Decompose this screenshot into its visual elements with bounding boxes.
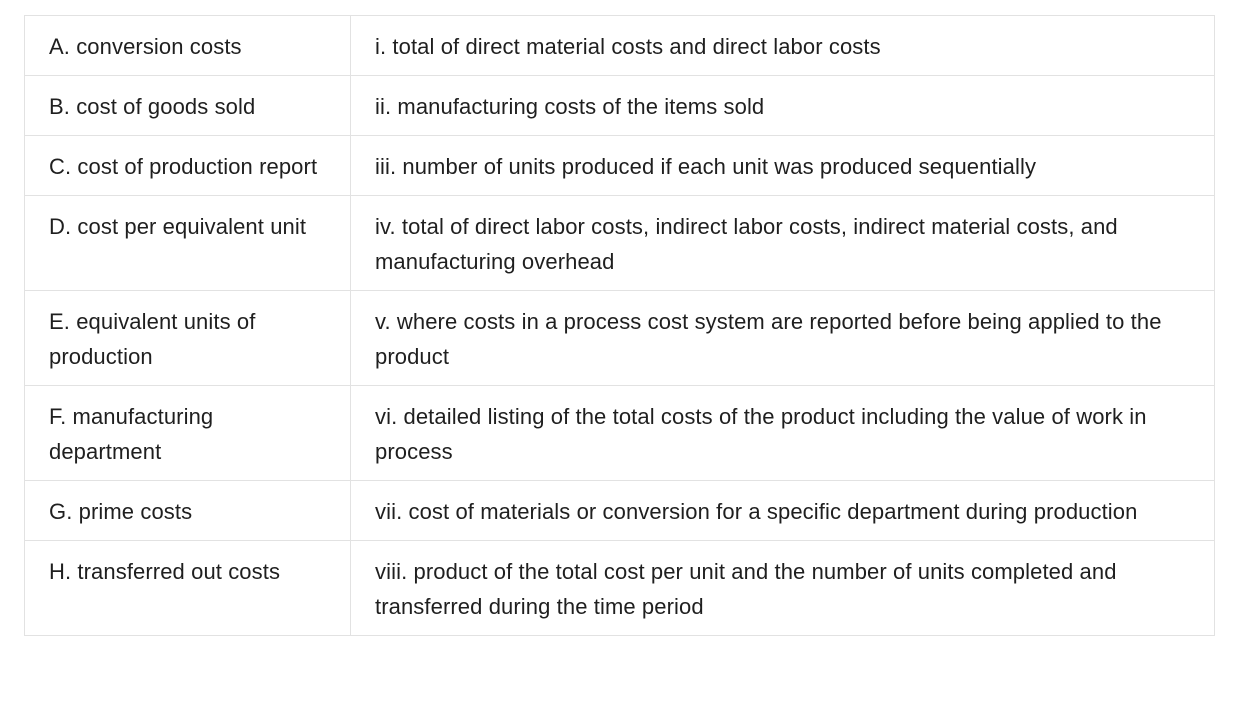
definition-cell: viii. product of the total cost per unit… <box>350 540 1215 636</box>
matching-table-container: A. conversion costs i. total of direct m… <box>24 15 1215 636</box>
term-cell: F. manufacturing department <box>24 385 351 481</box>
table-row: D. cost per equivalent unit iv. total of… <box>24 195 1215 291</box>
term-cell: D. cost per equivalent unit <box>24 195 351 291</box>
matching-table: A. conversion costs i. total of direct m… <box>24 15 1215 636</box>
term-cell: H. transferred out costs <box>24 540 351 636</box>
table-row: B. cost of goods sold ii. manufacturing … <box>24 75 1215 136</box>
table-row: F. manufacturing department vi. detailed… <box>24 385 1215 481</box>
table-row: E. equivalent units of production v. whe… <box>24 290 1215 386</box>
definition-cell: ii. manufacturing costs of the items sol… <box>350 75 1215 136</box>
definition-cell: vi. detailed listing of the total costs … <box>350 385 1215 481</box>
term-cell: A. conversion costs <box>24 15 351 76</box>
term-cell: B. cost of goods sold <box>24 75 351 136</box>
table-row: A. conversion costs i. total of direct m… <box>24 15 1215 76</box>
term-cell: E. equivalent units of production <box>24 290 351 386</box>
definition-cell: i. total of direct material costs and di… <box>350 15 1215 76</box>
table-row: G. prime costs vii. cost of materials or… <box>24 480 1215 541</box>
term-cell: C. cost of production report <box>24 135 351 196</box>
definition-cell: vii. cost of materials or conversion for… <box>350 480 1215 541</box>
definition-cell: iii. number of units produced if each un… <box>350 135 1215 196</box>
table-row: H. transferred out costs viii. product o… <box>24 540 1215 636</box>
definition-cell: iv. total of direct labor costs, indirec… <box>350 195 1215 291</box>
term-cell: G. prime costs <box>24 480 351 541</box>
table-row: C. cost of production report iii. number… <box>24 135 1215 196</box>
definition-cell: v. where costs in a process cost system … <box>350 290 1215 386</box>
